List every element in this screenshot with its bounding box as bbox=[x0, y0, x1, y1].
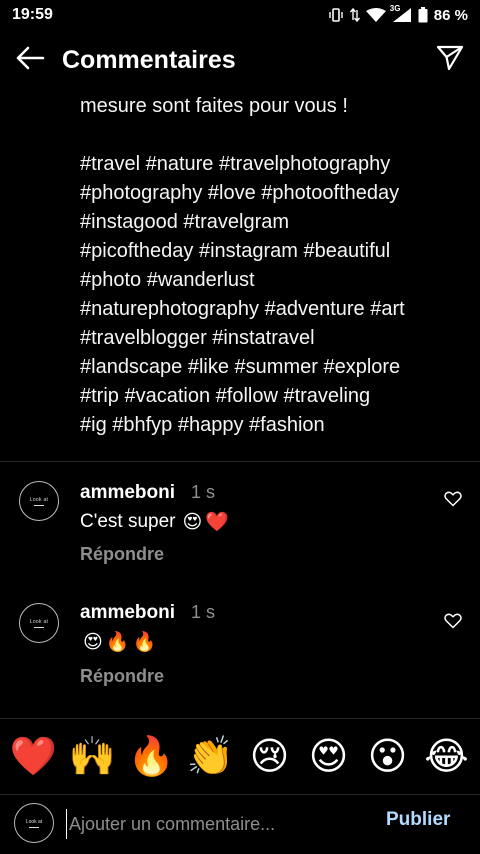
comment-time: 1 s bbox=[191, 482, 216, 502]
emoji-crying-face-button[interactable]: 😢 bbox=[244, 731, 296, 783]
back-button[interactable] bbox=[0, 32, 60, 88]
signal-icon: 3G bbox=[389, 4, 412, 23]
status-time: 19:59 bbox=[12, 6, 53, 23]
battery-percent: 86 % bbox=[433, 6, 468, 24]
avatar[interactable]: Look at bbox=[19, 481, 59, 521]
wifi-icon bbox=[365, 7, 386, 23]
status-bar: 19:59 3G 86 % bbox=[0, 0, 480, 30]
status-icons: 3G 86 % bbox=[328, 4, 468, 24]
like-comment-button[interactable] bbox=[444, 613, 462, 631]
comment-header: ammeboni 1 s bbox=[80, 602, 215, 624]
emoji-raised-hands-button[interactable]: 🙌 bbox=[67, 731, 119, 783]
comment-text: C'est super 😍 ❤️ bbox=[80, 510, 229, 534]
arrow-left-icon bbox=[15, 46, 45, 75]
comment-time: 1 s bbox=[191, 602, 216, 622]
comment-header: ammeboni 1 s bbox=[80, 482, 215, 504]
comment-username[interactable]: ammeboni bbox=[80, 602, 175, 624]
battery-icon bbox=[418, 7, 428, 23]
paper-plane-icon bbox=[436, 45, 464, 76]
post-caption: mesure sont faites pour vous ! #travel #… bbox=[80, 92, 460, 440]
like-comment-button[interactable] bbox=[444, 491, 462, 509]
emoji-red-heart-button[interactable]: ❤️ bbox=[8, 731, 60, 783]
avatar: Look at bbox=[14, 803, 54, 843]
avatar-text: Look at bbox=[25, 818, 43, 825]
comment-text: 😍 🔥 🔥 bbox=[80, 630, 156, 654]
emoji-heart-eyes: 😍 bbox=[83, 631, 103, 653]
heart-outline-icon bbox=[444, 491, 462, 511]
heart-outline-icon bbox=[444, 613, 462, 633]
emoji-fire-button[interactable]: 🔥 bbox=[126, 731, 178, 783]
comment-username[interactable]: ammeboni bbox=[80, 482, 175, 504]
emoji-fire: 🔥 bbox=[105, 632, 130, 653]
data-arrows-icon bbox=[349, 8, 360, 22]
publish-button[interactable]: Publier bbox=[386, 809, 450, 831]
emoji-quick-bar: ❤️ 🙌 🔥 👏 😢 😍 😮 😂 bbox=[0, 718, 480, 794]
emoji-clapping-hands-button[interactable]: 👏 bbox=[185, 731, 237, 783]
comment-composer: Look at Publier bbox=[0, 794, 480, 854]
avatar-text: Look at bbox=[29, 496, 49, 503]
page-title: Commentaires bbox=[62, 45, 236, 74]
share-button[interactable] bbox=[420, 32, 480, 88]
emoji-heart-eyes-button[interactable]: 😍 bbox=[303, 731, 355, 783]
avatar-text: Look at bbox=[29, 618, 49, 625]
reply-button[interactable]: Répondre bbox=[80, 666, 164, 687]
avatar[interactable]: Look at bbox=[19, 603, 59, 643]
reply-button[interactable]: Répondre bbox=[80, 544, 164, 565]
header: Commentaires bbox=[0, 32, 480, 88]
caption-text: mesure sont faites pour vous ! bbox=[80, 95, 348, 117]
comment-body: C'est super bbox=[80, 511, 176, 532]
emoji-red-heart: ❤️ bbox=[205, 512, 229, 533]
network-type: 3G bbox=[389, 4, 401, 13]
comment-input[interactable] bbox=[66, 809, 356, 839]
emoji-tears-of-joy-button[interactable]: 😂 bbox=[421, 731, 473, 783]
emoji-surprised-face-button[interactable]: 😮 bbox=[362, 731, 414, 783]
vibrate-icon bbox=[328, 8, 344, 22]
emoji-heart-eyes: 😍 bbox=[182, 511, 203, 533]
emoji-fire: 🔥 bbox=[132, 632, 157, 653]
divider bbox=[0, 461, 480, 462]
caption-hashtags[interactable]: #travel #nature #travelphotography #phot… bbox=[80, 150, 460, 440]
